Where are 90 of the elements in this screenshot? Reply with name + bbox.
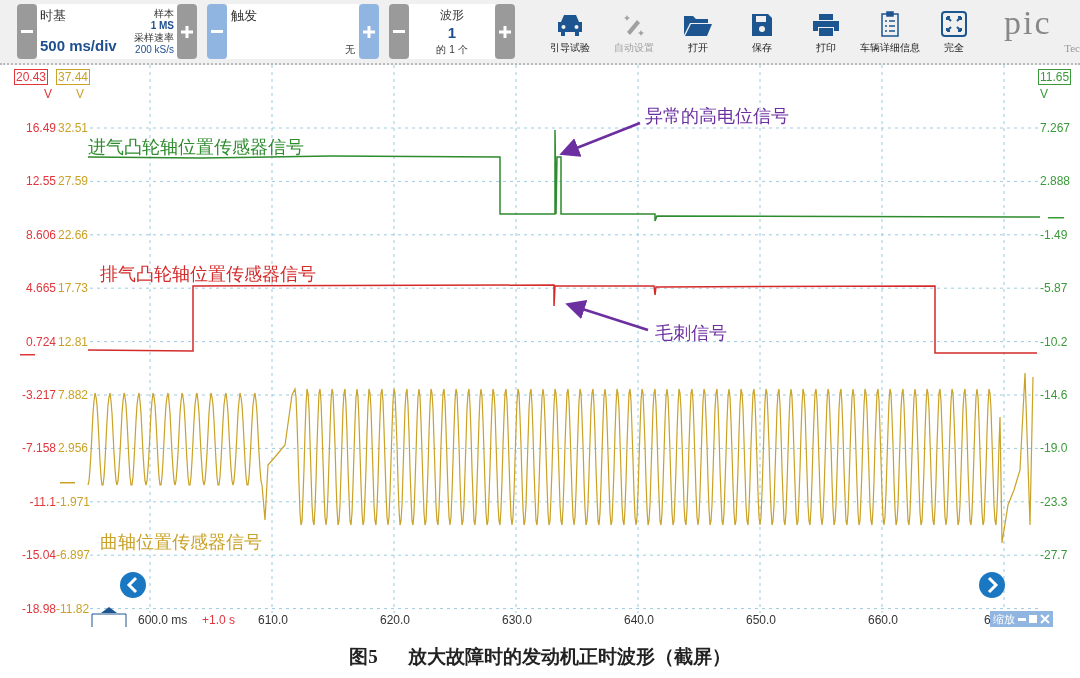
decrease-button[interactable]: [17, 4, 37, 59]
timebase-label: 时基: [40, 7, 67, 25]
samples-label: 样本: [154, 8, 174, 20]
scroll-left-button[interactable]: [120, 572, 146, 598]
axis-tick-label: -3.217: [20, 388, 56, 402]
rate-label: 采样速率: [134, 32, 174, 44]
minus-icon: [393, 30, 405, 33]
time-tick-label: 660.0: [868, 612, 899, 629]
zoom-window-icons[interactable]: [1018, 614, 1050, 624]
figure-caption: 图5 放大故障时的发动机正时波形（截屏）: [349, 645, 731, 669]
plus-icon: [181, 25, 193, 38]
axis-tick-label: 7.882: [56, 388, 88, 402]
axis-tick-label: -14.6: [1040, 388, 1069, 402]
annotation-text: 毛刺信号: [655, 322, 727, 345]
time-tick-label: 610.0: [258, 612, 289, 629]
axis-tick-label: 8.606: [24, 227, 56, 242]
trace-label: 曲轴位置传感器信号: [100, 530, 262, 554]
axis-tick-label: -18.98: [20, 601, 56, 616]
clipboard-icon: [880, 8, 900, 37]
axis-tick-label: -1.971: [56, 494, 88, 509]
axis-tick-label: 32.51: [56, 121, 88, 135]
axis-tick-label: 2.956: [56, 441, 88, 456]
axis-tick-label: 12.81: [56, 334, 88, 349]
axis-tick-label: 4.665: [24, 281, 56, 296]
decrease-button[interactable]: [207, 4, 227, 59]
axis-tick-label: 17.73: [56, 281, 88, 296]
unit-label: V: [44, 86, 52, 103]
trigger-mode: 无: [345, 43, 355, 57]
time-tick-label: 6: [984, 612, 991, 629]
channel-range-value[interactable]: 11.65: [1038, 69, 1072, 85]
plus-icon: [363, 25, 375, 38]
axis-tick-label: 27.59: [56, 174, 88, 189]
axis-tick-label: -7.158: [20, 441, 56, 456]
decrease-button[interactable]: [389, 4, 409, 59]
zoom-label: 缩放: [993, 611, 1015, 627]
axis-tick-label: -6.897: [56, 548, 88, 563]
unit-label: V: [1040, 86, 1048, 103]
toolbar-button[interactable]: 打印: [795, 8, 857, 55]
toolbar-button[interactable]: 车辆详细信息: [859, 8, 921, 55]
axis-tick-label: 2.888: [1040, 174, 1072, 189]
plus-icon: [499, 25, 511, 38]
zero-marker: [20, 354, 35, 356]
axis-tick-label: -15.04: [20, 548, 56, 563]
toolbar-button[interactable]: 保存: [731, 8, 793, 55]
trace-label: 进气凸轮轴位置传感器信号: [88, 135, 304, 159]
trace-label: 排气凸轮轴位置传感器信号: [100, 262, 316, 286]
axis-tick-label: -11.82: [56, 601, 88, 616]
rate-value: 200 kS/s: [135, 44, 174, 56]
toolbar-button[interactable]: 完全: [923, 8, 985, 55]
zero-marker: [60, 482, 75, 484]
axis-tick-label: -11.1: [28, 494, 56, 509]
axis-tick-label: -10.2: [1040, 334, 1069, 349]
timebase-value: 500 ms/div: [40, 35, 117, 56]
toolbar-button[interactable]: 打开: [667, 8, 729, 55]
axis-tick-label: 7.267: [1040, 121, 1072, 135]
samples-value: 1 MS: [150, 20, 174, 32]
increase-button[interactable]: [177, 4, 197, 59]
axis-tick-label: 0.724: [24, 334, 56, 349]
toolbar-button[interactable]: 引导试验: [539, 8, 601, 55]
waveform-number: 1: [447, 25, 457, 41]
axis-tick-label: -5.87: [1040, 281, 1069, 296]
increase-button[interactable]: [495, 4, 515, 59]
time-tick-label: 600.0 ms: [138, 612, 188, 629]
minus-icon: [211, 30, 223, 33]
axis-tick-label: 12.55: [24, 174, 56, 189]
time-tick-label: 650.0: [746, 612, 777, 629]
axis-tick-label: -27.7: [1040, 548, 1069, 563]
axis-tick-label: -19.0: [1040, 441, 1069, 456]
logo-text: pic: [1004, 6, 1052, 40]
increase-button[interactable]: [359, 4, 379, 59]
unit-label: V: [76, 86, 84, 103]
minus-icon: [21, 30, 33, 33]
axis-tick-label: -1.49: [1040, 227, 1069, 242]
axis-tick-label: 22.66: [56, 227, 88, 242]
waveform-label: 波形: [440, 7, 464, 24]
time-tick-label: 630.0: [502, 612, 533, 629]
axis-tick-label: 16.49: [24, 121, 56, 135]
channel-range-value[interactable]: 20.43: [14, 69, 49, 85]
axis-tick-label: -23.3: [1040, 494, 1069, 509]
time-offset-label: +1.0 s: [202, 612, 236, 629]
fullscreen-icon: [941, 8, 967, 37]
time-tick-label: 620.0: [380, 612, 411, 629]
waveform-count: 的 1 个: [436, 43, 468, 57]
ruler-handle[interactable]: [91, 607, 127, 627]
logo-subtext: Tec: [1064, 41, 1080, 56]
trigger-label: 触发: [231, 7, 258, 25]
scroll-right-button[interactable]: [979, 572, 1005, 598]
annotation-text: 异常的高电位信号: [645, 105, 789, 128]
zero-marker: [1048, 217, 1064, 219]
time-tick-label: 640.0: [624, 612, 655, 629]
